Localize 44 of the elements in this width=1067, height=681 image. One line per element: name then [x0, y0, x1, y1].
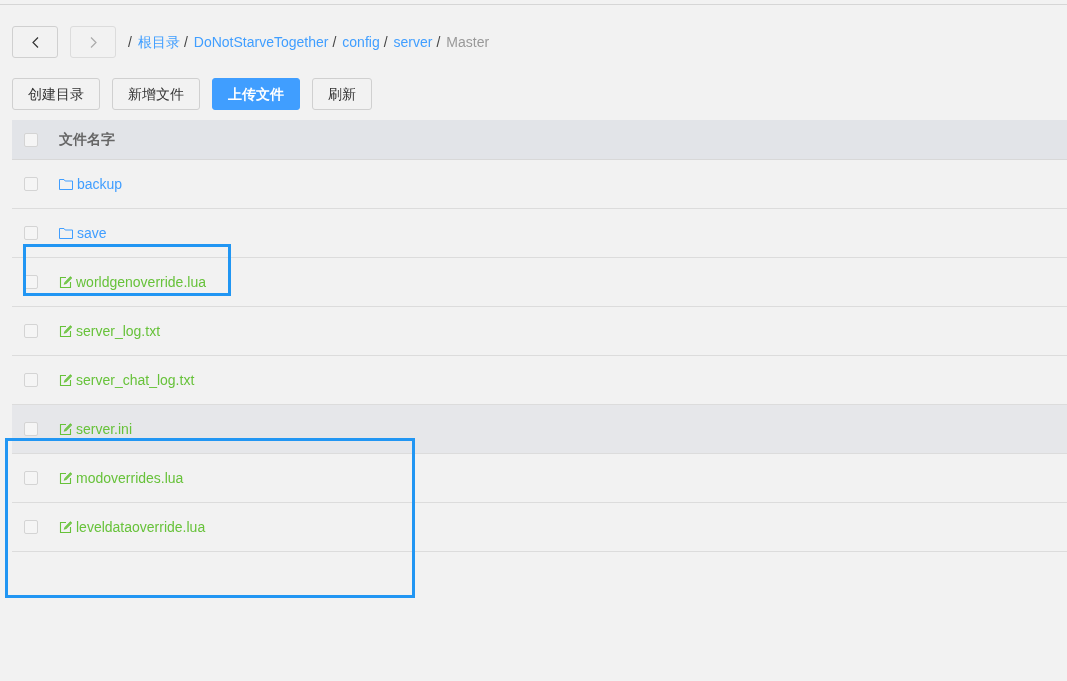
chevron-right-icon: [89, 36, 97, 48]
breadcrumb-current: Master: [446, 32, 490, 52]
table-row[interactable]: server.ini: [12, 405, 1067, 454]
breadcrumb-separator: /: [183, 32, 188, 52]
file-name-link[interactable]: server_chat_log.txt: [76, 369, 195, 391]
edit-icon: [59, 471, 72, 485]
breadcrumb-separator: /: [332, 32, 337, 52]
breadcrumb-separator: /: [436, 32, 441, 52]
action-button[interactable]: 刷新: [312, 78, 372, 110]
forward-button[interactable]: [70, 26, 116, 58]
column-header: 文件名字: [59, 130, 115, 149]
action-button[interactable]: 创建目录: [12, 78, 100, 110]
breadcrumb-link[interactable]: DoNotStarveTogether: [193, 31, 329, 53]
breadcrumb-separator: /: [128, 32, 132, 52]
checkbox[interactable]: [24, 226, 38, 240]
checkbox[interactable]: [24, 373, 38, 387]
file-name-link[interactable]: server_log.txt: [76, 320, 161, 342]
file-name-link[interactable]: worldgenoverride.lua: [76, 271, 206, 293]
folder-icon: [59, 178, 73, 190]
checkbox[interactable]: [24, 520, 38, 534]
edit-icon: [59, 373, 72, 387]
folder-icon: [59, 227, 73, 239]
breadcrumb-link[interactable]: 根目录: [137, 31, 180, 53]
checkbox[interactable]: [24, 471, 38, 485]
checkbox[interactable]: [24, 177, 38, 191]
breadcrumb-link[interactable]: config: [342, 31, 380, 53]
back-button[interactable]: [12, 26, 58, 58]
edit-icon: [59, 324, 72, 338]
checkbox[interactable]: [24, 324, 38, 338]
chevron-left-icon: [31, 36, 39, 48]
edit-icon: [59, 275, 72, 289]
file-name-link[interactable]: server.ini: [76, 418, 133, 440]
checkbox[interactable]: [24, 132, 38, 147]
breadcrumb-link[interactable]: server: [393, 31, 433, 53]
file-name-link[interactable]: backup: [77, 173, 123, 195]
file-name-link[interactable]: leveldataoverride.lua: [76, 516, 206, 538]
action-button[interactable]: 上传文件: [212, 78, 300, 110]
edit-icon: [59, 422, 72, 436]
file-name-link[interactable]: save: [77, 222, 107, 244]
file-name-link[interactable]: modoverrides.lua: [76, 467, 184, 489]
checkbox[interactable]: [24, 422, 38, 436]
edit-icon: [59, 520, 72, 534]
action-button[interactable]: 新增文件: [112, 78, 200, 110]
breadcrumb-separator: /: [383, 32, 388, 52]
